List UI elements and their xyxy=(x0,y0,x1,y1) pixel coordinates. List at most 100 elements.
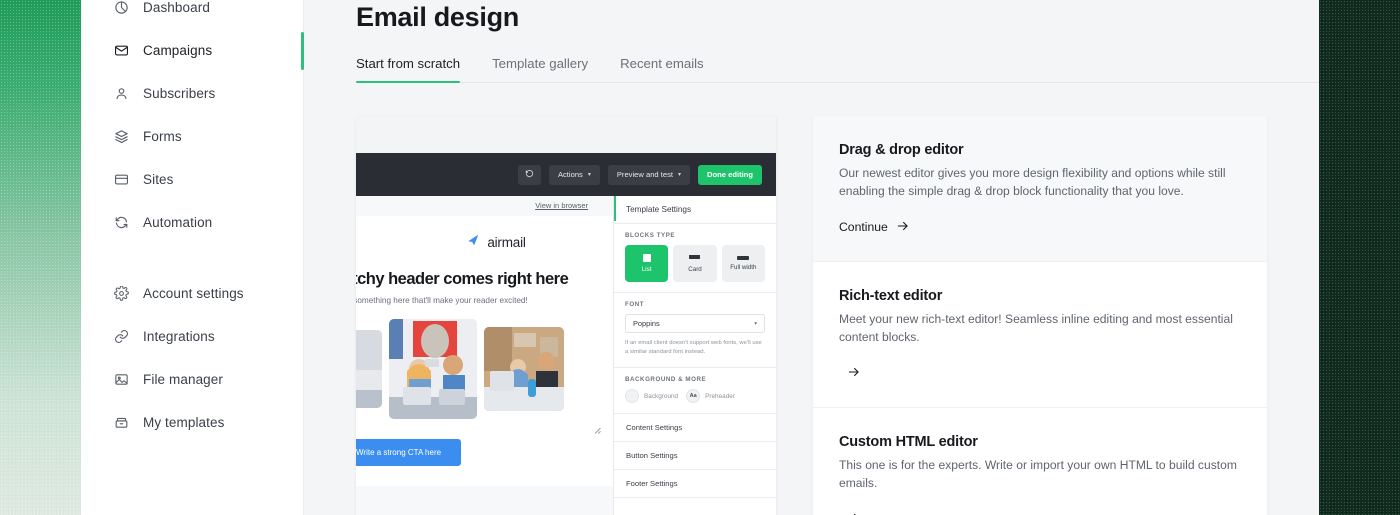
option-title: Drag & drop editor xyxy=(839,142,1240,158)
background-and-more-chips: Background Aa Preheader xyxy=(625,389,765,403)
tab-recent-emails[interactable]: Recent emails xyxy=(620,56,704,82)
background-and-more-label: BACKGROUND & MORE xyxy=(625,376,765,383)
sidebar-item-label: Account settings xyxy=(143,286,244,301)
blocks-type-section: BLOCKS TYPE List Card xyxy=(614,224,776,293)
list-block-icon xyxy=(643,254,651,262)
email-brand-name: airmail xyxy=(487,235,525,250)
option-rich-text-editor[interactable]: Rich-text editor Meet your new rich-text… xyxy=(813,262,1267,408)
preview-top-strip xyxy=(356,116,776,153)
sidebar-item-dashboard[interactable]: Dashboard xyxy=(81,0,303,29)
tab-label: Start from scratch xyxy=(356,56,460,71)
option-custom-html-editor[interactable]: Custom HTML editor This one is for the e… xyxy=(813,408,1267,515)
sidebar-item-label: Sites xyxy=(143,172,174,187)
tab-label: Template gallery xyxy=(492,56,588,71)
button-settings-row[interactable]: Button Settings xyxy=(614,442,776,470)
preview-and-test-label: Preview and test xyxy=(617,170,673,179)
sidebar-item-my-templates[interactable]: My templates xyxy=(81,401,303,444)
gear-icon xyxy=(113,286,129,302)
font-label: FONT xyxy=(625,301,765,308)
email-image-gallery[interactable] xyxy=(356,319,613,419)
page-title: Email design xyxy=(356,0,1319,34)
arrow-right-icon xyxy=(896,219,910,235)
sidebar-item-label: Subscribers xyxy=(143,86,215,101)
email-canvas: View in browser airmail Catchy header co… xyxy=(356,196,613,515)
block-type-label: List xyxy=(642,266,652,273)
font-section: FONT Poppins ▾ If an email client doesn'… xyxy=(614,293,776,368)
template-settings-heading: Template Settings xyxy=(614,196,776,224)
sidebar-item-campaigns[interactable]: Campaigns xyxy=(81,29,303,72)
background-color-chip[interactable]: Background xyxy=(625,389,678,403)
tab-label: Recent emails xyxy=(620,56,704,71)
archive-icon xyxy=(113,415,129,431)
sidebar-item-label: Automation xyxy=(143,215,212,230)
done-editing-label: Done editing xyxy=(707,170,753,179)
font-hint-text: If an email client doesn't support web f… xyxy=(625,339,765,357)
option-drag-and-drop-editor[interactable]: Drag & drop editor Our newest editor giv… xyxy=(813,116,1267,262)
sidebar-item-integrations[interactable]: Integrations xyxy=(81,315,303,358)
sidebar-item-file-manager[interactable]: File manager xyxy=(81,358,303,401)
email-cta-area: Write a strong CTA here xyxy=(356,439,613,466)
tab-start-from-scratch[interactable]: Start from scratch xyxy=(356,56,460,82)
view-in-browser-link[interactable]: View in browser xyxy=(356,196,613,216)
option-continue-action[interactable]: Continue xyxy=(839,219,1240,235)
envelope-icon xyxy=(113,43,129,59)
sidebar-item-label: Dashboard xyxy=(143,0,210,15)
image-icon xyxy=(113,372,129,388)
content-settings-row[interactable]: Content Settings xyxy=(614,414,776,442)
gallery-photo[interactable] xyxy=(484,327,564,411)
actions-label: Actions xyxy=(558,170,583,179)
blocks-type-options: List Card Full width xyxy=(625,245,765,282)
gallery-photo[interactable] xyxy=(389,319,477,419)
arrow-right-icon xyxy=(847,365,861,381)
block-type-label: Full width xyxy=(730,264,756,271)
font-select-value: Poppins xyxy=(633,319,660,328)
cta-button[interactable]: Write a strong CTA here xyxy=(356,439,461,466)
block-type-full-width[interactable]: Full width xyxy=(722,245,765,282)
settings-active-indicator xyxy=(614,196,616,221)
font-select[interactable]: Poppins ▾ xyxy=(625,314,765,333)
option-description: Meet your new rich-text editor! Seamless… xyxy=(839,311,1240,346)
sidebar-item-account-settings[interactable]: Account settings xyxy=(81,272,303,315)
refresh-icon xyxy=(113,215,129,231)
gallery-photo[interactable] xyxy=(356,330,382,408)
card-block-icon xyxy=(689,255,700,262)
tab-template-gallery[interactable]: Template gallery xyxy=(492,56,588,82)
page-header: Email design Start from scratch Template… xyxy=(304,0,1319,83)
template-settings-panel: Template Settings BLOCKS TYPE List xyxy=(613,196,776,515)
preview-body: View in browser airmail Catchy header co… xyxy=(356,196,776,515)
email-headline[interactable]: Catchy header comes right here xyxy=(356,270,613,289)
sidebar-item-sites[interactable]: Sites xyxy=(81,158,303,201)
done-editing-button[interactable]: Done editing xyxy=(698,165,762,185)
preheader-chip-label: Preheader xyxy=(705,393,735,400)
option-arrow-action[interactable] xyxy=(839,511,1240,515)
chevron-down-icon: ▾ xyxy=(678,172,681,178)
option-arrow-action[interactable] xyxy=(839,365,1240,381)
email-subheadline[interactable]: Write something here that'll make your r… xyxy=(356,296,613,305)
option-description: This one is for the experts. Write or im… xyxy=(839,457,1240,492)
email-logo: airmail xyxy=(381,216,613,250)
block-type-label: Card xyxy=(688,266,701,273)
option-title: Rich-text editor xyxy=(839,288,1240,304)
resize-handle-icon[interactable] xyxy=(593,426,601,434)
sidebar-item-forms[interactable]: Forms xyxy=(81,115,303,158)
fullwidth-block-icon xyxy=(737,256,749,260)
link-icon xyxy=(113,329,129,345)
chevron-down-icon: ▾ xyxy=(754,321,757,327)
editor-preview-panel: Actions ▾ Preview and test ▾ Done editin… xyxy=(356,116,776,515)
sidebar-item-automation[interactable]: Automation xyxy=(81,201,303,244)
main-sidebar: Dashboard Campaigns Subscribers For xyxy=(81,0,304,515)
history-button[interactable] xyxy=(518,165,541,185)
decorative-left-gradient-band xyxy=(0,0,81,515)
actions-button[interactable]: Actions ▾ xyxy=(549,165,600,185)
preview-and-test-button[interactable]: Preview and test ▾ xyxy=(608,165,690,185)
tab-bar: Start from scratch Template gallery Rece… xyxy=(356,56,1319,83)
block-type-card[interactable]: Card xyxy=(673,245,716,282)
layers-icon xyxy=(113,129,129,145)
block-type-list[interactable]: List xyxy=(625,245,668,282)
pie-chart-icon xyxy=(113,0,129,16)
option-title: Custom HTML editor xyxy=(839,434,1240,450)
footer-settings-row[interactable]: Footer Settings xyxy=(614,470,776,498)
blocks-type-label: BLOCKS TYPE xyxy=(625,232,765,239)
preheader-chip[interactable]: Aa Preheader xyxy=(686,389,735,403)
sidebar-item-subscribers[interactable]: Subscribers xyxy=(81,72,303,115)
